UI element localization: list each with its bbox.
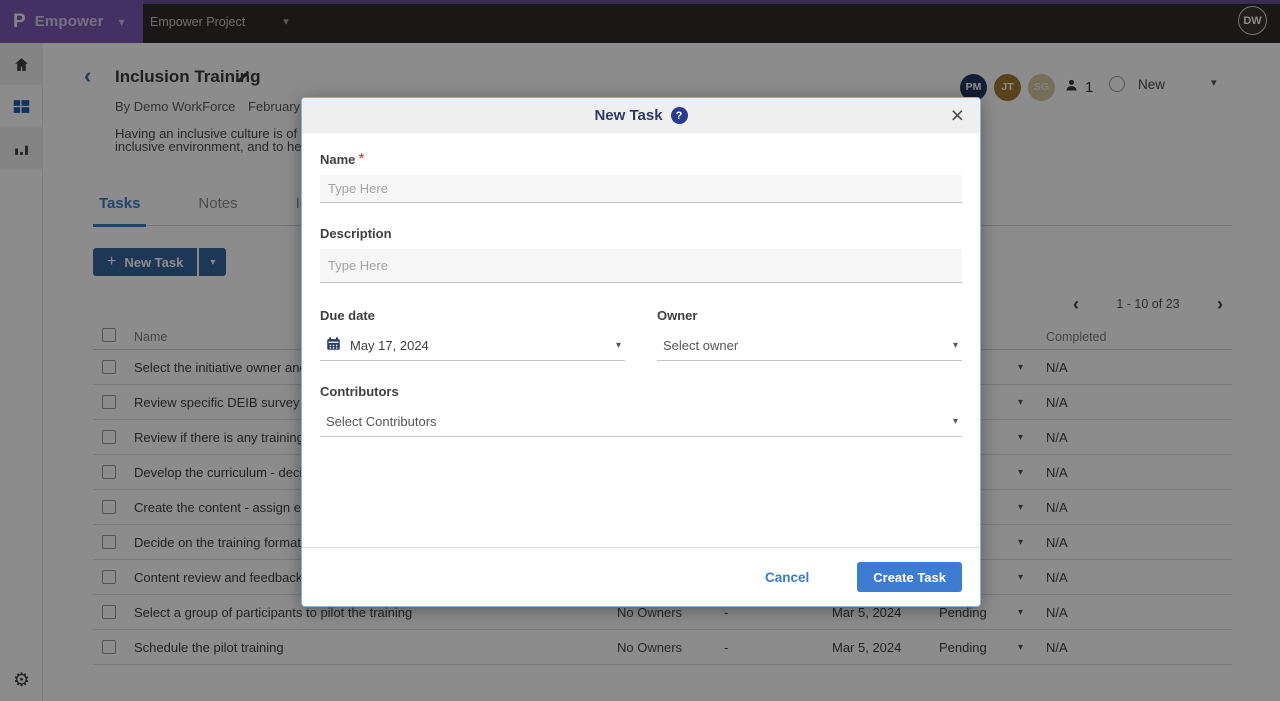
create-task-button[interactable]: Create Task [857, 562, 962, 592]
due-date-field-group: Due date May 17, 20 [320, 307, 625, 361]
name-label: Name [320, 152, 355, 167]
calendar-icon [326, 336, 341, 356]
help-icon[interactable]: ? [671, 107, 688, 124]
owner-label: Owner [657, 308, 697, 323]
new-task-modal: New Task ? × Name* Description Due date [301, 97, 981, 607]
owner-select[interactable]: Select owner ▾ [657, 331, 962, 361]
chevron-down-icon: ▾ [616, 340, 621, 351]
due-date-value: May 17, 2024 [350, 338, 607, 353]
modal-header: New Task ? × [302, 98, 980, 133]
description-field-group: Description [320, 225, 962, 283]
required-asterisk: * [358, 151, 364, 168]
contributors-label: Contributors [320, 384, 399, 399]
task-name-input[interactable] [320, 175, 962, 203]
owner-field-group: Owner Select owner ▾ [657, 307, 962, 361]
close-icon[interactable]: × [949, 102, 966, 129]
chevron-down-icon: ▾ [953, 340, 958, 351]
due-date-label: Due date [320, 308, 375, 323]
app-root: P Empower ▾ Empower Project ▾ DW [0, 0, 1280, 701]
modal-footer: Cancel Create Task [302, 547, 980, 606]
contributors-select[interactable]: Select Contributors ▾ [320, 407, 962, 437]
modal-title: New Task [594, 107, 662, 124]
due-date-picker[interactable]: May 17, 2024 ▾ [320, 331, 625, 361]
contributors-placeholder: Select Contributors [326, 414, 944, 429]
name-field-group: Name* [320, 151, 962, 203]
cancel-button[interactable]: Cancel [759, 569, 815, 586]
chevron-down-icon: ▾ [953, 416, 958, 427]
contributors-field-group: Contributors Select Contributors ▾ [320, 383, 962, 437]
description-label: Description [320, 226, 392, 241]
task-description-input[interactable] [320, 249, 962, 283]
date-owner-row: Due date May 17, 20 [320, 307, 962, 361]
modal-body: Name* Description Due date [302, 133, 980, 547]
owner-placeholder: Select owner [663, 338, 944, 353]
